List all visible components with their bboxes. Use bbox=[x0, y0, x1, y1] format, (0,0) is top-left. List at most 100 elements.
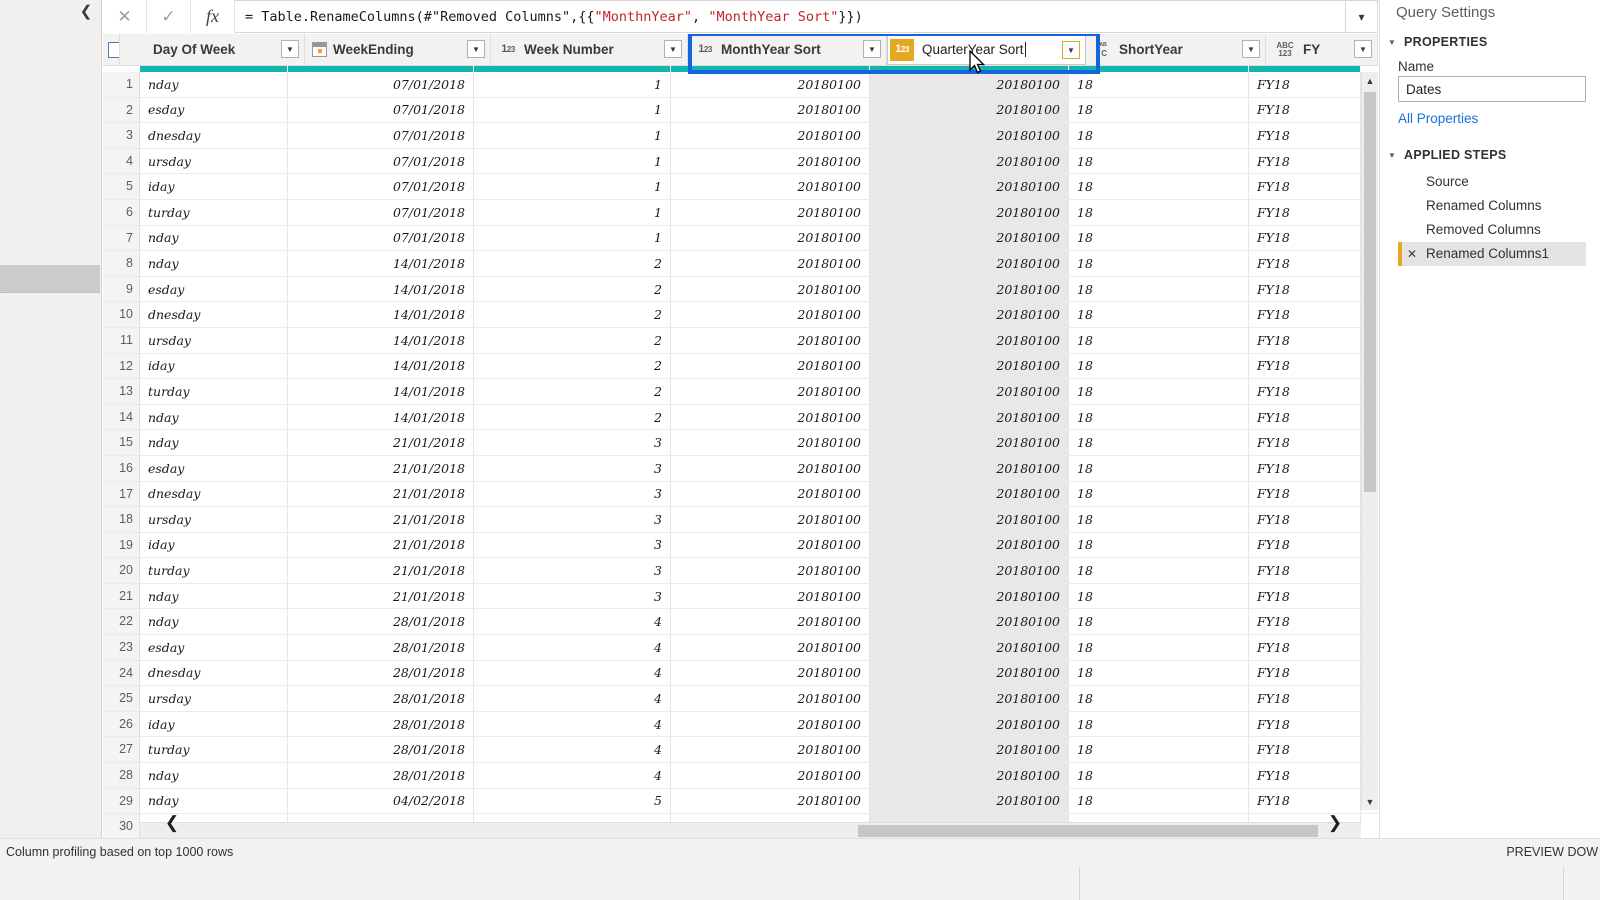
table-cell[interactable]: 20180100 bbox=[671, 72, 870, 97]
column-filter-dropdown[interactable]: ▼ bbox=[664, 40, 682, 58]
table-cell[interactable]: 18 bbox=[1069, 635, 1249, 660]
table-row[interactable]: iday 07/01/2018 1 20180100 20180100 18 FY18 bbox=[140, 174, 1378, 200]
table-cell[interactable]: 20180100 bbox=[870, 507, 1069, 532]
table-cell[interactable]: 4 bbox=[474, 609, 671, 635]
table-cell[interactable]: 18 bbox=[1069, 199, 1249, 225]
table-cell[interactable]: 3 bbox=[474, 558, 671, 583]
table-cell[interactable]: ursday bbox=[140, 148, 288, 174]
applied-steps-section-header[interactable]: ▼ APPLIED STEPS bbox=[1380, 144, 1600, 166]
query-name-input[interactable]: Dates bbox=[1398, 76, 1586, 102]
table-row[interactable]: iday 14/01/2018 2 20180100 20180100 18 FY18 bbox=[140, 353, 1378, 380]
table-cell[interactable]: FY18 bbox=[1249, 251, 1361, 276]
table-cell[interactable]: 20180100 bbox=[671, 660, 870, 686]
table-cell[interactable]: 20180100 bbox=[870, 97, 1069, 123]
table-row[interactable]: iday 28/01/2018 4 20180100 20180100 18 FY18 bbox=[140, 711, 1378, 738]
table-cell[interactable]: 18 bbox=[1069, 583, 1249, 609]
table-cell[interactable]: 18 bbox=[1069, 430, 1249, 455]
close-icon[interactable]: ✕ bbox=[1407, 242, 1417, 266]
table-cell[interactable]: 28/01/2018 bbox=[288, 609, 474, 635]
chevron-right-icon[interactable]: ❯ bbox=[1323, 809, 1347, 837]
chevron-up-icon[interactable]: ▲ bbox=[1362, 72, 1378, 89]
row-number[interactable]: 20 bbox=[103, 558, 139, 584]
row-number[interactable]: 14 bbox=[103, 405, 139, 431]
table-cell[interactable]: 20180100 bbox=[870, 583, 1069, 609]
table-row[interactable]: turday 07/01/2018 1 20180100 20180100 18 FY18 bbox=[140, 199, 1378, 226]
table-cell[interactable]: iday bbox=[140, 532, 288, 558]
row-number[interactable]: 28 bbox=[103, 763, 139, 789]
table-row[interactable]: nday 07/01/2018 1 20180100 20180100 18 FY18 bbox=[140, 72, 1378, 98]
table-cell[interactable]: 18 bbox=[1069, 72, 1249, 97]
table-cell[interactable]: 20180100 bbox=[671, 481, 870, 507]
table-cell[interactable]: 14/01/2018 bbox=[288, 251, 474, 276]
row-number[interactable]: 4 bbox=[103, 149, 139, 175]
column-header-fy[interactable]: ABC 123 FY ▼ bbox=[1266, 34, 1378, 65]
table-cell[interactable]: FY18 bbox=[1249, 507, 1361, 532]
table-cell[interactable]: 07/01/2018 bbox=[288, 174, 474, 199]
table-cell[interactable]: dnesday bbox=[140, 481, 288, 507]
properties-section-header[interactable]: ▼ PROPERTIES bbox=[1380, 31, 1600, 53]
table-cell[interactable]: 4 bbox=[474, 635, 671, 660]
row-number[interactable]: 2 bbox=[103, 98, 139, 124]
all-properties-link[interactable]: All Properties bbox=[1380, 102, 1600, 130]
fx-icon[interactable]: fx bbox=[191, 0, 235, 33]
table-cell[interactable]: 20180100 bbox=[870, 353, 1069, 379]
table-cell[interactable]: 20180100 bbox=[671, 583, 870, 609]
table-cell[interactable]: iday bbox=[140, 711, 288, 737]
table-cell[interactable]: dnesday bbox=[140, 123, 288, 148]
table-cell[interactable]: 1 bbox=[474, 123, 671, 148]
table-cell[interactable]: 2 bbox=[474, 302, 671, 327]
row-number[interactable]: 13 bbox=[103, 379, 139, 405]
table-cell[interactable]: 20180100 bbox=[671, 763, 870, 788]
table-cell[interactable]: nday bbox=[140, 251, 288, 276]
table-cell[interactable]: dnesday bbox=[140, 660, 288, 686]
table-cell[interactable]: 20180100 bbox=[870, 711, 1069, 737]
table-cell[interactable]: FY18 bbox=[1249, 583, 1361, 609]
table-cell[interactable]: 2 bbox=[474, 404, 671, 430]
table-cell[interactable]: FY18 bbox=[1249, 379, 1361, 404]
column-header-day-of-week[interactable]: Day Of Week ▼ bbox=[120, 34, 305, 65]
column-filter-dropdown[interactable]: ▼ bbox=[863, 40, 881, 58]
table-cell[interactable]: 4 bbox=[474, 763, 671, 788]
table-cell[interactable]: 04/02/2018 bbox=[288, 788, 474, 814]
table-cell[interactable]: 20180100 bbox=[671, 327, 870, 353]
close-icon[interactable]: ✕ bbox=[103, 0, 147, 33]
table-cell[interactable]: FY18 bbox=[1249, 635, 1361, 660]
table-cell[interactable]: 20180100 bbox=[671, 404, 870, 430]
table-cell[interactable]: 20180100 bbox=[671, 276, 870, 302]
table-row[interactable]: nday 21/01/2018 3 20180100 20180100 18 FY18 bbox=[140, 583, 1378, 610]
table-row[interactable]: ursday 07/01/2018 1 20180100 20180100 18 FY18 bbox=[140, 148, 1378, 175]
table-cell[interactable]: 20180100 bbox=[870, 635, 1069, 660]
table-row[interactable]: dnesday 21/01/2018 3 20180100 20180100 18 FY18 bbox=[140, 481, 1378, 508]
table-cell[interactable]: 2 bbox=[474, 251, 671, 276]
table-cell[interactable]: 21/01/2018 bbox=[288, 558, 474, 583]
table-row[interactable]: esday 28/01/2018 4 20180100 20180100 18 FY18 bbox=[140, 635, 1378, 661]
table-cell[interactable]: nday bbox=[140, 225, 288, 251]
table-row[interactable]: nday 28/01/2018 4 20180100 20180100 18 FY18 bbox=[140, 763, 1378, 789]
table-cell[interactable]: 20180100 bbox=[870, 532, 1069, 558]
table-cell[interactable]: 20180100 bbox=[870, 174, 1069, 199]
row-number[interactable]: 6 bbox=[103, 200, 139, 226]
row-number[interactable]: 12 bbox=[103, 354, 139, 380]
table-cell[interactable]: 20180100 bbox=[671, 686, 870, 711]
table-cell[interactable]: 20180100 bbox=[671, 711, 870, 737]
row-number[interactable]: 10 bbox=[103, 302, 139, 328]
table-cell[interactable]: 18 bbox=[1069, 379, 1249, 404]
table-row[interactable]: nday 28/01/2018 4 20180100 20180100 18 FY18 bbox=[140, 609, 1378, 636]
table-cell[interactable]: 18 bbox=[1069, 251, 1249, 276]
table-row[interactable]: esday 21/01/2018 3 20180100 20180100 18 FY18 bbox=[140, 455, 1378, 482]
vertical-scrollbar-thumb[interactable] bbox=[1364, 92, 1376, 492]
table-cell[interactable]: FY18 bbox=[1249, 711, 1361, 737]
table-row[interactable]: nday 07/01/2018 1 20180100 20180100 18 FY18 bbox=[140, 225, 1378, 252]
table-cell[interactable]: FY18 bbox=[1249, 660, 1361, 686]
row-number[interactable]: 23 bbox=[103, 635, 139, 661]
select-all-columns-button[interactable]: ▾ bbox=[103, 34, 120, 65]
row-number[interactable]: 21 bbox=[103, 584, 139, 610]
table-cell[interactable]: FY18 bbox=[1249, 404, 1361, 430]
table-cell[interactable]: nday bbox=[140, 583, 288, 609]
table-cell[interactable]: FY18 bbox=[1249, 353, 1361, 379]
table-cell[interactable]: 20180100 bbox=[870, 251, 1069, 276]
table-cell[interactable]: 3 bbox=[474, 532, 671, 558]
row-number[interactable]: 19 bbox=[103, 533, 139, 559]
table-cell[interactable]: nday bbox=[140, 609, 288, 635]
table-cell[interactable]: 20180100 bbox=[870, 276, 1069, 302]
